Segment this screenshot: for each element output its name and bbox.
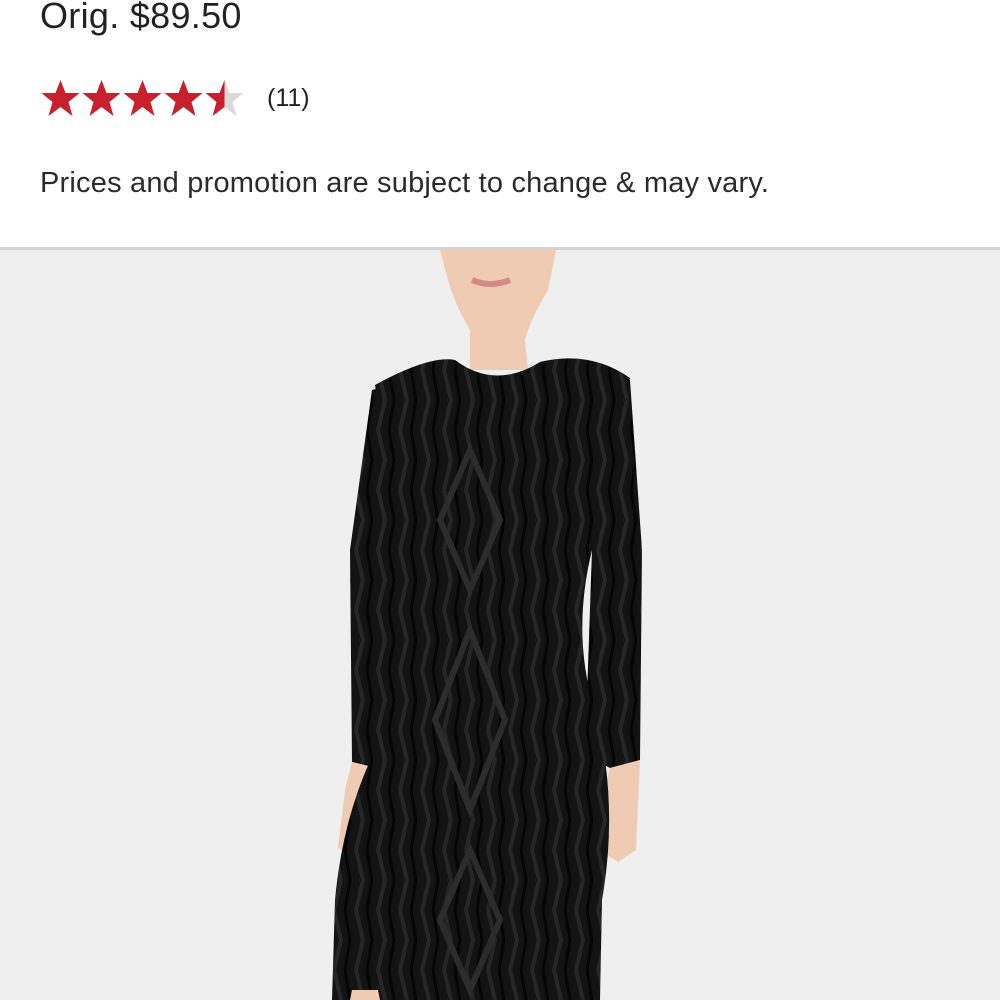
rating-row[interactable]: (11): [40, 77, 310, 119]
review-count[interactable]: (11): [267, 78, 310, 118]
product-detail-page: Orig. $89.50 (11) Prices and promotion a…: [0, 0, 1000, 1000]
original-price: Orig. $89.50: [40, 0, 242, 36]
star-half-icon: [205, 80, 244, 116]
black-dress-photo-icon: [0, 250, 1000, 1000]
price-disclaimer: Prices and promotion are subject to chan…: [40, 167, 770, 199]
star-full-icon: [41, 80, 80, 116]
star-rating[interactable]: [40, 78, 245, 118]
product-image[interactable]: [0, 250, 1000, 1000]
product-info-panel: Orig. $89.50 (11) Prices and promotion a…: [0, 0, 1000, 248]
star-full-icon: [123, 80, 162, 116]
star-full-icon: [82, 80, 121, 116]
star-full-icon: [164, 80, 203, 116]
